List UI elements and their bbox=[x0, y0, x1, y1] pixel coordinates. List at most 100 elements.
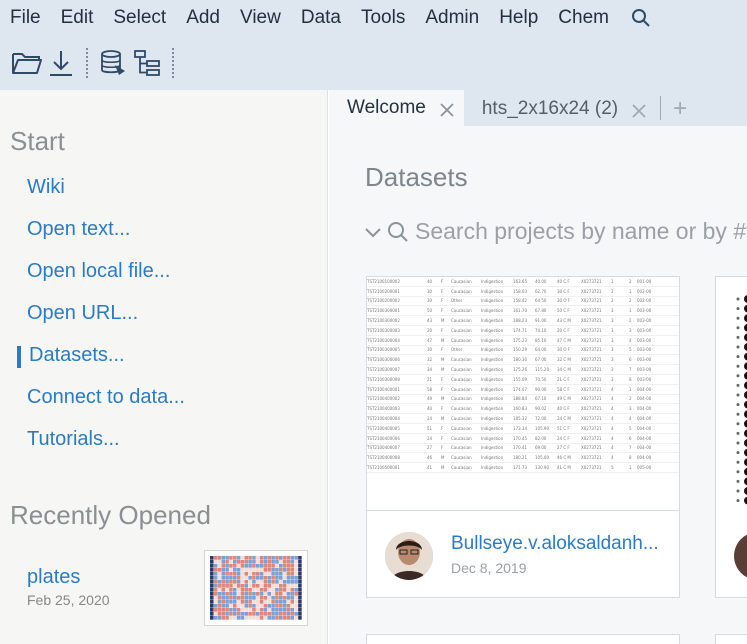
close-icon[interactable] bbox=[440, 101, 454, 117]
heatmap-cell bbox=[275, 580, 279, 584]
nav-link-open-text[interactable]: Open text... bbox=[27, 218, 130, 241]
heatmap-cell bbox=[213, 608, 218, 612]
heatmap-cell bbox=[290, 572, 295, 576]
menu-chem[interactable]: Chem bbox=[548, 0, 619, 36]
heatmap-cell bbox=[267, 556, 272, 560]
search-icon[interactable] bbox=[631, 7, 653, 29]
database-icon[interactable] bbox=[96, 46, 130, 80]
table-cell: X0273721 bbox=[581, 386, 602, 392]
dataset-card[interactable]: TST2100100002 40 F Caucasian Indigestion 163.… bbox=[366, 276, 680, 598]
heatmap-cell bbox=[275, 564, 279, 568]
table-cell: 188.23 bbox=[513, 318, 527, 324]
table-cell: Caucasian bbox=[451, 327, 472, 333]
nav-link-open-local-file[interactable]: Open local file... bbox=[27, 260, 170, 283]
table-cell: Caucasian bbox=[451, 318, 472, 324]
tab-hts-2x16x24[interactable]: hts_2x16x24 (2) bbox=[464, 92, 656, 126]
nav-link-datasets[interactable]: Datasets... bbox=[17, 344, 125, 368]
table-cell: 72.00 bbox=[535, 416, 547, 422]
avatar[interactable] bbox=[734, 532, 747, 580]
table-cell: Indigestion bbox=[481, 337, 504, 343]
heatmap-cell bbox=[298, 584, 302, 588]
table-cell: 173.34 bbox=[513, 425, 527, 431]
table-cell: 51 bbox=[427, 425, 433, 431]
heatmap-cell bbox=[256, 580, 260, 584]
dataset-name[interactable]: Bullseye.v.aloksaldanh... bbox=[451, 533, 663, 555]
table-cell: 41 bbox=[427, 465, 433, 471]
dataset-card[interactable] bbox=[715, 276, 747, 598]
heatmap-cell bbox=[244, 560, 249, 564]
table-cell: Indigestion bbox=[481, 347, 504, 353]
heatmap-cell bbox=[294, 556, 298, 560]
heatmap-cell bbox=[221, 568, 226, 572]
heatmap-cell bbox=[244, 600, 249, 604]
heatmap-cell bbox=[298, 580, 302, 584]
menu-file[interactable]: File bbox=[0, 0, 51, 36]
tab-welcome[interactable]: Welcome bbox=[329, 90, 464, 126]
heatmap-cell bbox=[213, 568, 218, 572]
heatmap-cell bbox=[290, 568, 295, 572]
heatmap-cell bbox=[233, 596, 237, 600]
menu-view[interactable]: View bbox=[230, 0, 291, 36]
recent-item-thumbnail[interactable] bbox=[204, 550, 308, 626]
dataset-card[interactable] bbox=[366, 634, 680, 644]
table-row: TST2100300007 34 M Caucasian Indigestion 175.… bbox=[367, 365, 679, 375]
table-cell: 003-00 bbox=[637, 376, 652, 382]
heatmap-cell bbox=[229, 588, 233, 592]
close-icon[interactable] bbox=[632, 102, 646, 118]
heatmap-cell bbox=[221, 556, 226, 560]
table-cell: Indigestion bbox=[481, 308, 504, 314]
heatmap-cell bbox=[286, 592, 291, 596]
table-cell: 3 bbox=[629, 327, 632, 333]
plate-well bbox=[736, 345, 740, 349]
dataset-card[interactable] bbox=[715, 634, 747, 644]
heatmap-cell bbox=[236, 576, 241, 580]
heatmap-cell bbox=[294, 604, 298, 608]
nav-link-connect-to-data[interactable]: Connect to data... bbox=[27, 386, 185, 409]
heatmap-cell bbox=[263, 560, 268, 564]
heatmap-cell bbox=[298, 556, 302, 560]
search-input[interactable] bbox=[415, 218, 747, 245]
heatmap-cell bbox=[275, 608, 279, 612]
table-cell: F bbox=[441, 435, 444, 441]
avatar[interactable] bbox=[385, 532, 433, 580]
folder-open-icon[interactable] bbox=[10, 46, 44, 80]
heatmap-cell bbox=[282, 616, 287, 620]
menu-add[interactable]: Add bbox=[176, 0, 230, 36]
table-row: TST2100200002 30 F Other Indigestion 158.42 64… bbox=[367, 297, 679, 307]
menu-help[interactable]: Help bbox=[489, 0, 548, 36]
heatmap-cell bbox=[240, 604, 245, 608]
download-icon[interactable] bbox=[44, 46, 78, 80]
menu-tools[interactable]: Tools bbox=[351, 0, 415, 36]
heatmap-cell bbox=[240, 616, 245, 620]
heatmap-cell bbox=[286, 568, 291, 572]
heatmap-cell bbox=[233, 580, 237, 584]
menu-data[interactable]: Data bbox=[291, 0, 351, 36]
menu-edit[interactable]: Edit bbox=[51, 0, 104, 36]
heatmap-cell bbox=[256, 568, 260, 572]
heatmap-cell bbox=[217, 560, 222, 564]
tree-icon[interactable] bbox=[130, 46, 164, 80]
heatmap-cell bbox=[248, 616, 252, 620]
nav-link-tutorials[interactable]: Tutorials... bbox=[27, 428, 120, 451]
heatmap-cell bbox=[213, 560, 218, 564]
table-cell: Indigestion bbox=[481, 298, 504, 304]
heatmap-cell bbox=[221, 596, 226, 600]
add-tab-button[interactable]: + bbox=[669, 92, 691, 126]
table-row: TST2100400005 51 F Caucasian Indigestion 173.… bbox=[367, 424, 679, 434]
plate-well bbox=[736, 489, 740, 493]
table-cell: X0273721 bbox=[581, 445, 602, 451]
datasets-view: Datasets TST2100100002 40 F Caucasian Indige… bbox=[329, 126, 747, 644]
menu-admin[interactable]: Admin bbox=[415, 0, 489, 36]
chevron-down-icon[interactable] bbox=[363, 222, 383, 242]
heatmap-cell bbox=[248, 588, 252, 592]
heatmap-cell bbox=[240, 560, 245, 564]
recent-item-plates[interactable]: plates bbox=[27, 566, 80, 589]
table-cell: X0273721 bbox=[581, 308, 602, 314]
heatmap-cell bbox=[248, 560, 252, 564]
menu-select[interactable]: Select bbox=[103, 0, 176, 36]
nav-link-open-url[interactable]: Open URL... bbox=[27, 302, 138, 325]
nav-link-wiki[interactable]: Wiki bbox=[27, 176, 65, 199]
table-row: TST2100400006 24 F Caucasian Indigestion 170.… bbox=[367, 434, 679, 444]
heatmap-cell bbox=[298, 608, 302, 612]
heatmap-cell bbox=[263, 596, 268, 600]
